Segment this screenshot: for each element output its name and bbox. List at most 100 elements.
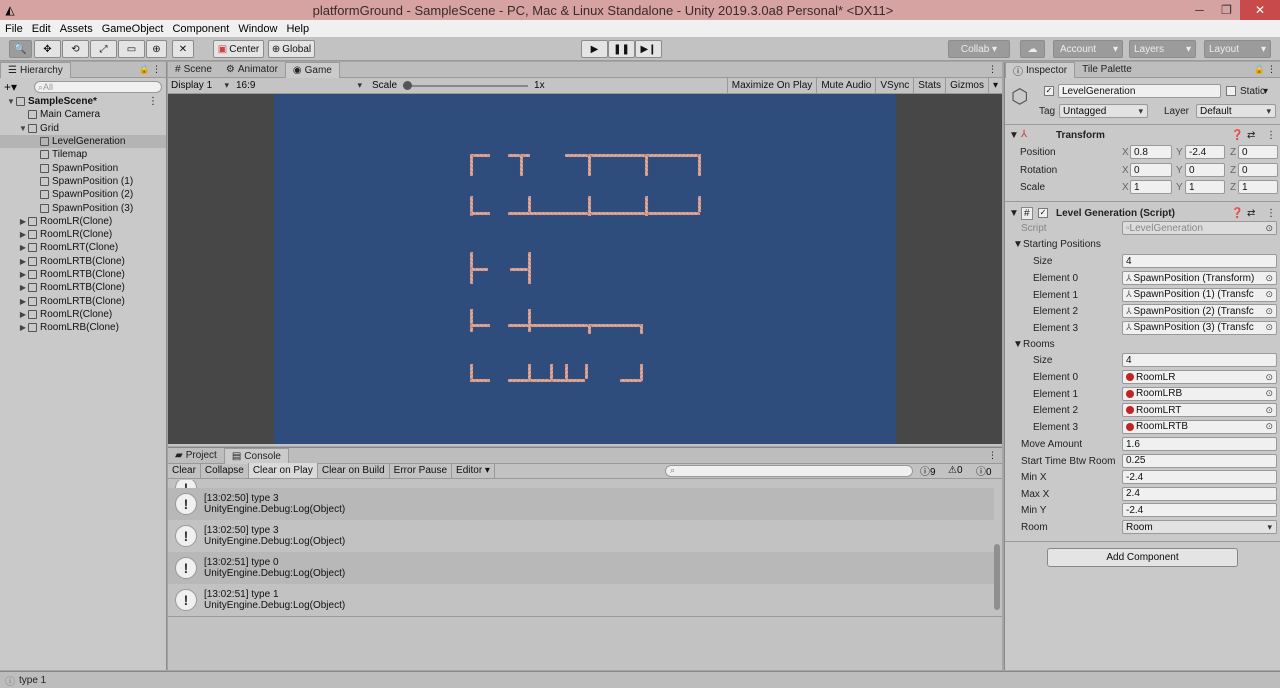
warning-count-button[interactable]: ⚠0 bbox=[948, 465, 963, 476]
script-enabled-checkbox[interactable]: ✓ bbox=[1038, 208, 1048, 218]
play-button[interactable]: ▶ bbox=[581, 40, 608, 58]
stats-button[interactable]: Stats bbox=[914, 78, 947, 93]
tab-console[interactable]: ▤ Console bbox=[223, 447, 289, 464]
menu-help[interactable]: Help bbox=[286, 23, 309, 35]
collab-button[interactable]: Collab ▾ bbox=[948, 40, 1010, 58]
vsync-button[interactable]: VSync bbox=[876, 78, 915, 93]
object-name-field[interactable]: LevelGeneration bbox=[1058, 84, 1221, 98]
component-menu-icon[interactable]: ⋮ bbox=[1266, 208, 1276, 219]
hierarchy-item[interactable]: ▶ RoomLRT(Clone) bbox=[0, 241, 166, 254]
room-prefab-field[interactable]: RoomLR ⊙ bbox=[1122, 370, 1277, 384]
foldout-arrow-icon[interactable]: ▶ bbox=[18, 323, 28, 332]
room-prefab-field[interactable]: RoomLRTB ⊙ bbox=[1122, 419, 1277, 434]
hierarchy-item[interactable]: SpawnPosition (3) bbox=[0, 201, 166, 214]
console-scrollbar[interactable] bbox=[994, 544, 1000, 610]
object-picker-icon[interactable]: ⊙ bbox=[1265, 306, 1273, 317]
pivot-center-button[interactable]: ▣ Center bbox=[213, 40, 264, 58]
scale-y-field[interactable]: 1 bbox=[1185, 180, 1225, 194]
custom-tool-icon[interactable]: ✕ bbox=[172, 40, 194, 58]
scale-slider[interactable] bbox=[403, 80, 529, 91]
room-prefab-field[interactable]: RoomLRB ⊙ bbox=[1122, 386, 1277, 401]
position-x-field[interactable]: 0.8 bbox=[1130, 145, 1172, 159]
object-picker-icon[interactable]: ⊙ bbox=[1265, 405, 1273, 416]
gizmos-dropdown-icon[interactable]: ▾ bbox=[989, 78, 1002, 93]
layout-dropdown[interactable]: Layout ▾ bbox=[1204, 40, 1271, 58]
foldout-arrow-icon[interactable]: ▶ bbox=[18, 257, 28, 266]
position-y-field[interactable]: -2.4 bbox=[1185, 145, 1225, 159]
object-picker-icon[interactable]: ⊙ bbox=[1265, 223, 1273, 234]
hierarchy-item[interactable]: SpawnPosition (1) bbox=[0, 175, 166, 188]
foldout-arrow-icon[interactable]: ▶ bbox=[18, 283, 28, 292]
hierarchy-item[interactable]: Tilemap bbox=[0, 148, 166, 161]
help-icon[interactable]: ❓ bbox=[1231, 208, 1243, 219]
script-foldout-icon[interactable]: ▼ bbox=[1009, 208, 1019, 219]
tab-scene[interactable]: # Scene bbox=[168, 62, 219, 78]
hierarchy-item[interactable]: SpawnPosition (2) bbox=[0, 188, 166, 201]
room-prefab-field[interactable]: RoomLRT ⊙ bbox=[1122, 403, 1277, 418]
tab-project[interactable]: ▰ Project bbox=[168, 448, 224, 464]
number-field[interactable]: -2.4 bbox=[1122, 470, 1277, 485]
hierarchy-item[interactable]: ▶ RoomLRTB(Clone) bbox=[0, 281, 166, 294]
static-checkbox[interactable] bbox=[1226, 86, 1236, 96]
error-pause-button[interactable]: Error Pause bbox=[390, 463, 453, 478]
transform-tool-icon[interactable]: ⊕ bbox=[146, 40, 167, 58]
layer-dropdown[interactable]: Default bbox=[1196, 104, 1276, 118]
hierarchy-item[interactable]: Main Camera bbox=[0, 108, 166, 121]
console-search-input[interactable]: ⌕ bbox=[665, 464, 913, 477]
clear-on-build-button[interactable]: Clear on Build bbox=[318, 463, 390, 478]
menu-assets[interactable]: Assets bbox=[60, 23, 93, 35]
rotate-tool-icon[interactable]: ⟲ bbox=[62, 40, 89, 58]
account-dropdown[interactable]: Account ▾ bbox=[1053, 40, 1123, 58]
rotation-x-field[interactable]: 0 bbox=[1130, 163, 1172, 177]
step-button[interactable]: ▶❙ bbox=[635, 40, 662, 58]
foldout-arrow-icon[interactable]: ▶ bbox=[18, 243, 28, 252]
number-field[interactable]: 1.6 bbox=[1122, 437, 1277, 451]
hand-tool-icon[interactable]: 🔍 bbox=[9, 40, 32, 58]
tab-game[interactable]: ◉ Game bbox=[284, 61, 340, 78]
menu-edit[interactable]: Edit bbox=[32, 23, 51, 35]
maximize-button[interactable]: ❐ bbox=[1213, 0, 1240, 20]
hierarchy-item[interactable]: ▶ RoomLRTB(Clone) bbox=[0, 294, 166, 307]
lock-icon[interactable]: 🔒 bbox=[1254, 64, 1265, 75]
game-menu-dots-icon[interactable]: ⋮ bbox=[988, 64, 997, 75]
aspect-dropdown[interactable]: 16:9 bbox=[233, 79, 366, 93]
rotation-z-field[interactable]: 0 bbox=[1238, 163, 1278, 177]
object-picker-icon[interactable]: ⊙ bbox=[1265, 322, 1273, 333]
lock-icon[interactable]: 🔒 bbox=[139, 64, 150, 75]
hierarchy-item[interactable]: ▶ RoomLRTB(Clone) bbox=[0, 268, 166, 281]
console-menu-dots-icon[interactable]: ⋮ bbox=[988, 450, 997, 461]
menu-component[interactable]: Component bbox=[172, 23, 229, 35]
minimize-button[interactable]: ─ bbox=[1186, 0, 1213, 20]
menu-window[interactable]: Window bbox=[238, 23, 277, 35]
hierarchy-item[interactable]: ▶ RoomLR(Clone) bbox=[0, 308, 166, 321]
foldout-arrow-icon[interactable]: ▶ bbox=[18, 230, 28, 239]
foldout-arrow-icon[interactable]: ▶ bbox=[18, 297, 28, 306]
console-entry[interactable]: ! [13:02:50] type 3 UnityEngine.Debug:Log(… bbox=[168, 488, 994, 520]
scene-menu-icon[interactable]: ⋮ bbox=[148, 96, 158, 107]
foldout-arrow-icon[interactable]: ▶ bbox=[18, 217, 28, 226]
collapse-button[interactable]: Collapse bbox=[201, 463, 249, 478]
maximize-on-play-button[interactable]: Maximize On Play bbox=[726, 78, 818, 93]
hierarchy-item[interactable]: ▼ SampleScene* ⋮ bbox=[0, 95, 166, 108]
layers-dropdown[interactable]: Layers ▾ bbox=[1129, 40, 1196, 58]
rooms-size-field[interactable]: 4 bbox=[1122, 353, 1277, 367]
tab-hierarchy[interactable]: ☰ Hierarchy bbox=[0, 61, 71, 78]
gizmos-button[interactable]: Gizmos bbox=[946, 78, 989, 93]
hierarchy-search-input[interactable]: ⌕ All bbox=[34, 81, 162, 93]
tag-dropdown[interactable]: Untagged bbox=[1059, 104, 1148, 118]
foldout-arrow-icon[interactable]: ▼ bbox=[6, 97, 16, 106]
help-icon[interactable]: ❓ bbox=[1231, 130, 1243, 141]
spawn-transform-field[interactable]: ⅄ SpawnPosition (Transform) ⊙ bbox=[1122, 271, 1277, 285]
close-button[interactable]: ✕ bbox=[1240, 0, 1280, 20]
menu-dots-icon[interactable]: ⋮ bbox=[152, 64, 161, 75]
object-picker-icon[interactable]: ⊙ bbox=[1265, 273, 1273, 284]
hierarchy-item[interactable]: SpawnPosition bbox=[0, 161, 166, 174]
transform-foldout-icon[interactable]: ▼ bbox=[1009, 130, 1019, 141]
log-count-button[interactable]: ⓘ9 bbox=[920, 463, 936, 478]
console-entry[interactable]: ! [13:02:51] type 1 UnityEngine.Debug:Log(… bbox=[168, 584, 994, 616]
add-component-button[interactable]: Add Component bbox=[1047, 548, 1238, 567]
foldout-arrow-icon[interactable]: ▼ bbox=[18, 124, 28, 133]
console-entry[interactable]: ! [13:02:51] type 0 UnityEngine.Debug:Log(… bbox=[168, 552, 994, 584]
static-dropdown-icon[interactable]: ▾ bbox=[1263, 86, 1268, 97]
scale-z-field[interactable]: 1 bbox=[1238, 180, 1278, 194]
